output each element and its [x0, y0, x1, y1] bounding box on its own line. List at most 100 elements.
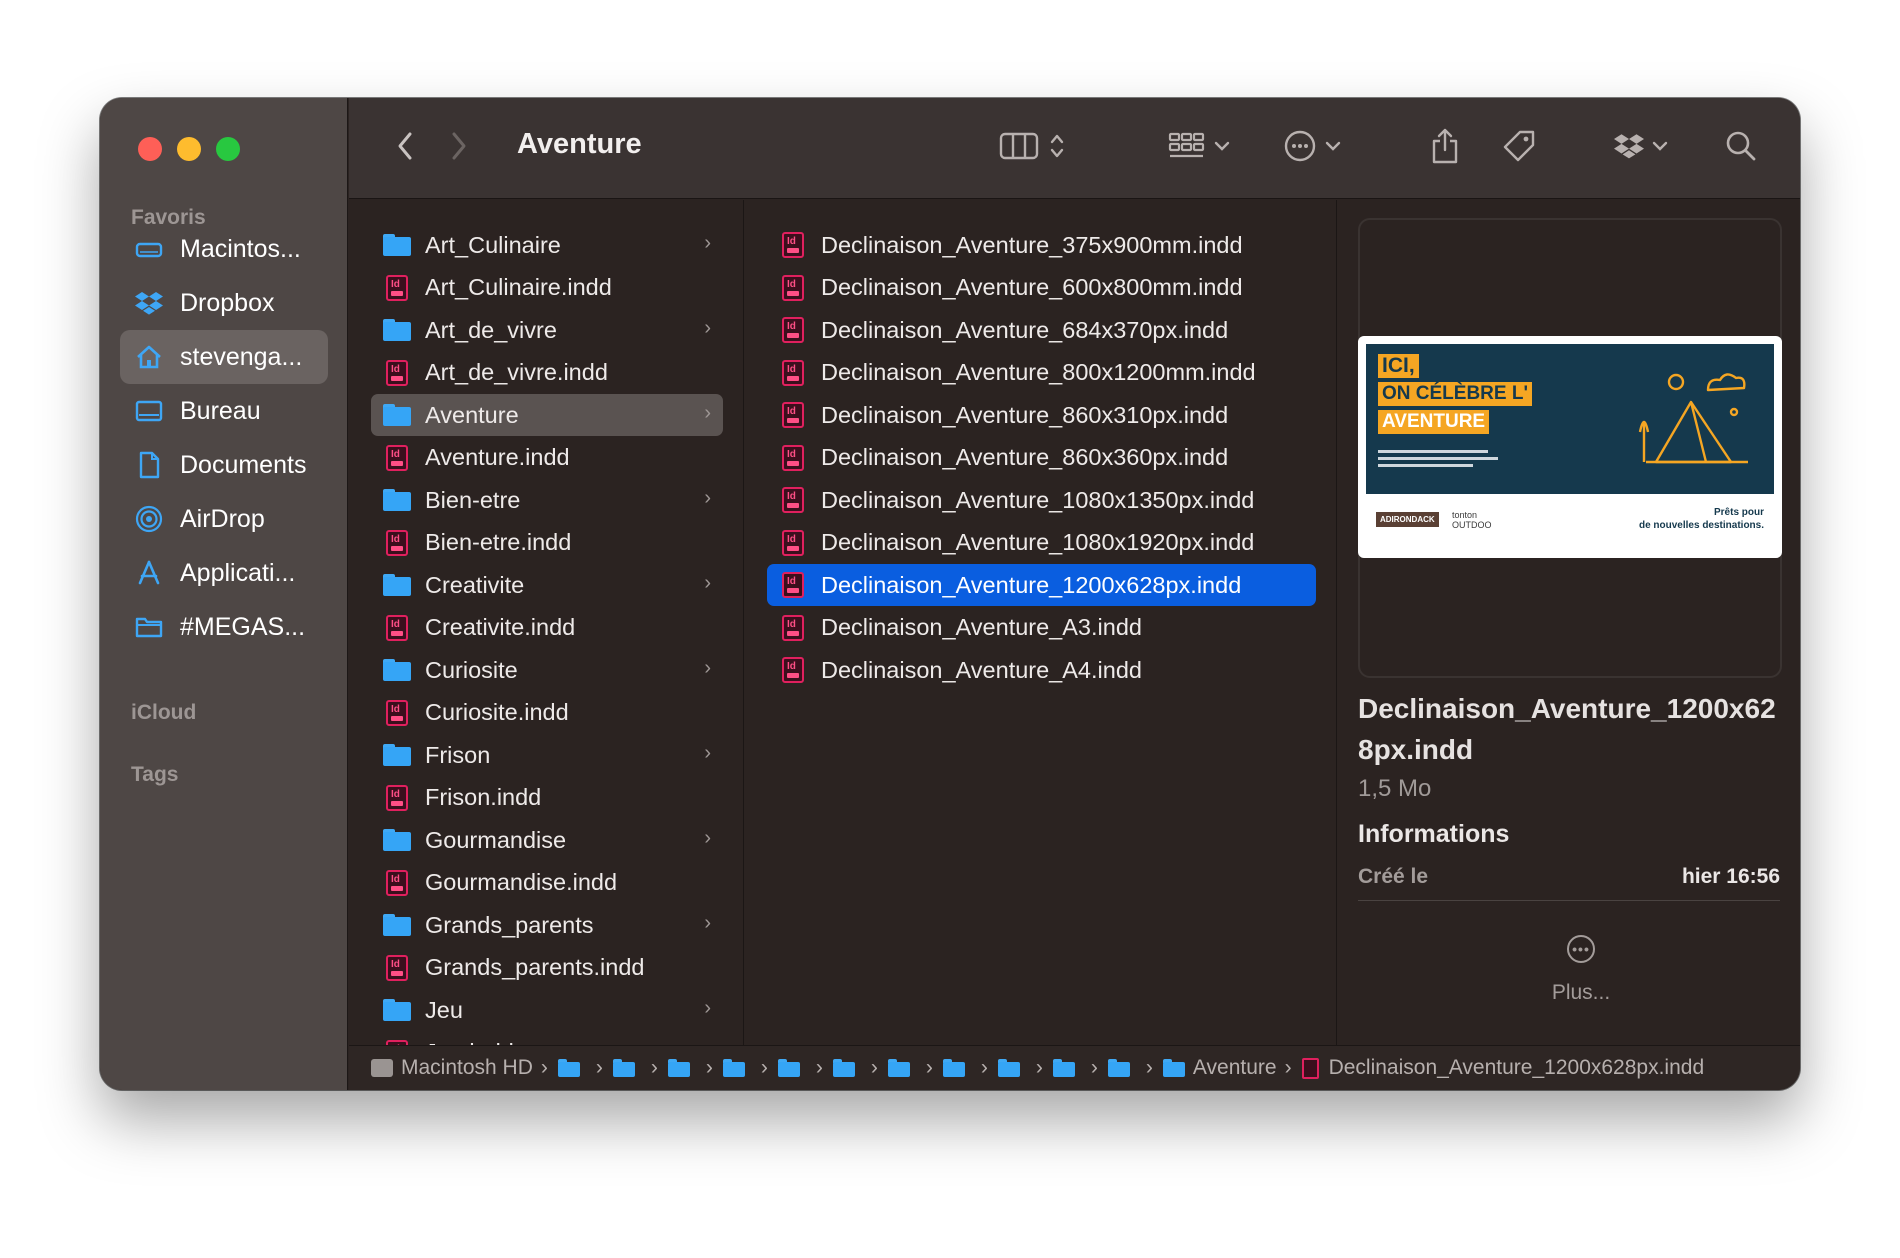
dropbox-icon: [134, 288, 164, 318]
created-value: hier 16:56: [1681, 865, 1780, 888]
up-down-chevron-icon: [1049, 131, 1065, 166]
row-label: Declinaison_Aventure_684x370px.indd: [821, 316, 1229, 343]
sidebar-item-airdrop[interactable]: AirDrop: [120, 492, 328, 546]
sidebar-item-macintosh-hd[interactable]: Macintos...: [120, 222, 328, 276]
path-segment-users[interactable]: [557, 1059, 588, 1077]
path-separator-icon: ›: [1090, 1056, 1098, 1079]
home-folder-icon: [612, 1059, 635, 1077]
dropbox-menu-button[interactable]: [1609, 126, 1673, 170]
sidebar-item-bureau[interactable]: Bureau: [120, 384, 328, 438]
thumbnail-headline-2: ON CÉLÈBRE L': [1378, 382, 1532, 406]
row-label: Curiosite: [425, 656, 518, 683]
file-column: Id Declinaison_Aventure_375x900mm.indd Id D…: [745, 200, 1337, 1045]
file-row[interactable]: Id Declinaison_Aventure_A4.indd: [767, 649, 1316, 691]
folder-row[interactable]: Bien-etre ›: [371, 479, 723, 521]
path-segment-folder[interactable]: [832, 1059, 863, 1077]
path-separator-icon: ›: [1145, 1056, 1153, 1079]
path-segment-folder[interactable]: [1052, 1059, 1083, 1077]
close-button[interactable]: [138, 137, 162, 161]
created-label: Créé le: [1358, 865, 1429, 888]
file-row[interactable]: Id Gourmandise.indd: [371, 862, 723, 904]
path-segment-folder[interactable]: [667, 1059, 698, 1077]
folder-row[interactable]: Creativite ›: [371, 564, 723, 606]
folder-row[interactable]: Art_Culinaire ›: [371, 224, 723, 266]
indesign-file-icon: Id: [779, 359, 807, 387]
folder-row[interactable]: Frison ›: [371, 734, 723, 776]
share-button[interactable]: [1425, 126, 1465, 170]
forward-button[interactable]: [441, 126, 477, 170]
folder-row[interactable]: Art_de_vivre ›: [371, 309, 723, 351]
folder-row[interactable]: Grands_parents ›: [371, 904, 723, 946]
sidebar-item-applications[interactable]: Applicati...: [120, 546, 328, 600]
search-button[interactable]: [1721, 126, 1761, 170]
file-row[interactable]: Id Declinaison_Aventure_375x900mm.indd: [767, 224, 1316, 266]
path-segment-aventure[interactable]: Aventure: [1162, 1056, 1277, 1080]
file-row[interactable]: Id Creativite.indd: [371, 607, 723, 649]
path-segment-folder[interactable]: [722, 1059, 753, 1077]
indesign-file-icon: Id: [383, 614, 411, 642]
path-segment-home[interactable]: [612, 1059, 643, 1077]
file-row[interactable]: Id Curiosite.indd: [371, 692, 723, 734]
row-label: Jeu: [425, 996, 463, 1023]
file-row[interactable]: Id Bien-etre.indd: [371, 522, 723, 564]
file-row[interactable]: Id Art_Culinaire.indd: [371, 267, 723, 309]
file-row[interactable]: Id Declinaison_Aventure_1080x1350px.indd: [767, 479, 1316, 521]
path-segment-folder[interactable]: [997, 1059, 1028, 1077]
sidebar-item-megas[interactable]: #MEGAS...: [120, 600, 328, 654]
row-label: Declinaison_Aventure_A3.indd: [821, 614, 1142, 640]
view-mode-button[interactable]: [989, 126, 1075, 170]
tags-heading[interactable]: Tags: [131, 763, 178, 787]
path-segment-folder[interactable]: [887, 1059, 918, 1077]
indesign-file-icon: Id: [383, 529, 411, 557]
file-row[interactable]: Id Declinaison_Aventure_A3.indd: [767, 607, 1316, 649]
file-row[interactable]: Id Frison.indd: [371, 777, 723, 819]
folder-row[interactable]: Jeu ›: [371, 989, 723, 1031]
chevron-right-icon: ›: [704, 487, 711, 509]
more-options-icon: [1283, 129, 1317, 168]
group-button[interactable]: [1161, 126, 1237, 170]
file-row[interactable]: Id Declinaison_Aventure_1080x1920px.indd: [767, 522, 1316, 564]
file-row[interactable]: Id Declinaison_Aventure_860x360px.indd: [767, 437, 1316, 479]
file-row[interactable]: Id Aventure.indd: [371, 437, 723, 479]
action-menu-button[interactable]: [1274, 126, 1350, 170]
sidebar-item-dropbox[interactable]: Dropbox: [120, 276, 328, 330]
preview-thumbnail[interactable]: ICI, ON CÉLÈBRE L' AVENTURE ADIRONDACK t…: [1358, 336, 1782, 558]
folder-row[interactable]: Curiosite ›: [371, 649, 723, 691]
path-segment-macintosh-hd[interactable]: Macintosh HD: [371, 1056, 533, 1080]
minimize-button[interactable]: [177, 137, 201, 161]
indesign-file-icon: Id: [779, 571, 807, 599]
sidebar-item-home[interactable]: stevenga...: [120, 330, 328, 384]
indesign-file-icon: Id: [779, 274, 807, 302]
file-row[interactable]: IdJeu.indd: [371, 1032, 723, 1045]
folder-row[interactable]: Gourmandise ›: [371, 819, 723, 861]
path-segment-folder[interactable]: [942, 1059, 973, 1077]
tag-icon: [1501, 128, 1537, 169]
file-row[interactable]: Id Declinaison_Aventure_860x310px.indd: [767, 394, 1316, 436]
folder-icon: [134, 612, 164, 642]
file-row[interactable]: Id Declinaison_Aventure_684x370px.indd: [767, 309, 1316, 351]
file-row[interactable]: Id Grands_parents.indd: [371, 947, 723, 989]
file-row[interactable]: Id Declinaison_Aventure_800x1200mm.indd: [767, 352, 1316, 394]
columns-view-icon: [999, 131, 1039, 166]
row-label: Declinaison_Aventure_800x1200mm.indd: [821, 359, 1256, 385]
back-button[interactable]: [387, 126, 423, 170]
more-label: Plus...: [1551, 981, 1611, 1004]
path-segment-folder[interactable]: [777, 1059, 808, 1077]
sidebar-item-documents[interactable]: Documents: [120, 438, 328, 492]
path-segment-folder[interactable]: [1107, 1059, 1138, 1077]
zoom-button[interactable]: [216, 137, 240, 161]
file-row[interactable]: Id Art_de_vivre.indd: [371, 352, 723, 394]
tag-button[interactable]: [1499, 126, 1539, 170]
indesign-file-icon: Id: [779, 614, 807, 642]
row-label: Creativite.indd: [425, 614, 576, 640]
path-segment-file[interactable]: Declinaison_Aventure_1200x628px.indd: [1301, 1056, 1704, 1080]
folder-row[interactable]: Aventure ›: [371, 394, 723, 436]
file-row[interactable]: Id Declinaison_Aventure_1200x628px.indd: [767, 564, 1316, 606]
finder-window: Favoris Macintos... Dropbox stevenga... …: [100, 98, 1800, 1090]
file-row[interactable]: Id Declinaison_Aventure_600x800mm.indd: [767, 267, 1316, 309]
folder-icon: [722, 1059, 745, 1077]
more-button[interactable]: ••• Plus...: [1338, 935, 1800, 1005]
icloud-heading[interactable]: iCloud: [131, 701, 196, 725]
row-label: Declinaison_Aventure_375x900mm.indd: [821, 231, 1243, 258]
path-separator-icon: ›: [540, 1056, 548, 1079]
